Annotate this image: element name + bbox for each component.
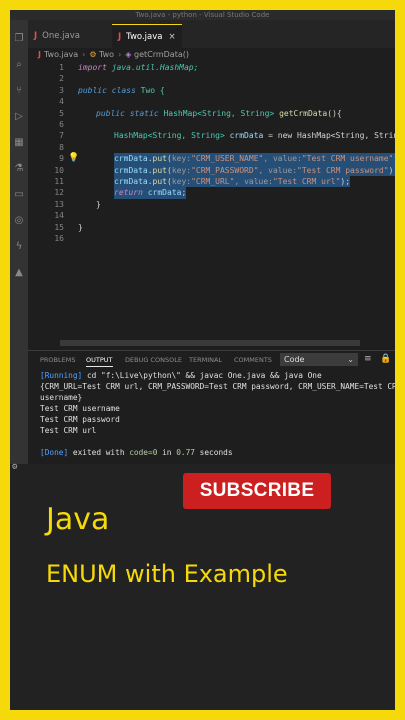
tab-output[interactable]: OUTPUT <box>86 356 113 367</box>
line-number: 5 <box>59 108 64 118</box>
window-title: Two.java - python - Visual Studio Code <box>10 10 395 20</box>
video-content: Two.java - python - Visual Studio Code ❐… <box>10 10 395 710</box>
tab-label: Two.java <box>126 32 163 42</box>
code-line: return crmData; <box>114 187 187 199</box>
code-line: import java.util.HashMap; <box>78 63 199 72</box>
line-number: 12 <box>54 188 64 198</box>
line-number: 2 <box>59 74 64 84</box>
line-number: 6 <box>59 120 64 129</box>
list-filter-icon[interactable]: ≡ <box>364 354 372 364</box>
line-number: 8 <box>59 142 64 152</box>
output-line: Test CRM url <box>40 426 97 435</box>
output-channel-select[interactable]: Code ⌄ <box>280 353 358 366</box>
code-line: crmData.put(key:"CRM_URL", value:"Test C… <box>114 176 351 188</box>
java-file-icon: J <box>38 50 41 59</box>
run-debug-icon[interactable]: ▷ <box>14 112 24 122</box>
docker-icon[interactable]: ◎ <box>14 216 24 226</box>
breadcrumb-class[interactable]: Two <box>99 50 114 59</box>
tab-terminal[interactable]: TERMINAL <box>189 356 222 364</box>
output-line: Test CRM password <box>40 415 120 424</box>
tab-comments[interactable]: COMMENTS <box>234 356 272 364</box>
video-title: Java <box>46 502 110 537</box>
breadcrumb-method[interactable]: getCrmData() <box>134 50 189 59</box>
line-number: 9 <box>59 154 64 164</box>
line-number: 13 <box>54 199 64 209</box>
extensions-icon[interactable]: ▦ <box>14 138 24 148</box>
chevron-down-icon: ⌄ <box>347 355 354 364</box>
java-file-icon: J <box>34 31 38 41</box>
output-line: [Done] exited with code=0 in 0.77 second… <box>40 448 233 457</box>
code-line: public class Two { <box>78 85 165 95</box>
line-number: 15 <box>54 222 64 232</box>
testing-icon[interactable]: ⚗ <box>14 164 24 174</box>
chevron-right-icon: › <box>118 50 122 59</box>
line-number: 11 <box>54 177 64 186</box>
tab-two-java[interactable]: J Two.java × <box>112 24 182 49</box>
java-file-icon: J <box>118 32 122 42</box>
code-line: } <box>96 199 101 209</box>
line-number: 10 <box>54 165 64 175</box>
tab-debug-console[interactable]: DEBUG CONSOLE <box>125 356 182 364</box>
activity-bar: ❐ ⌕ ⑂ ▷ ▦ ⚗ ▭ ◎ ϟ ▲ <box>10 20 28 470</box>
code-editor[interactable]: 1 import java.util.HashMap; 2 3 public cla… <box>28 62 395 350</box>
line-number: 1 <box>59 63 64 72</box>
azure-icon[interactable]: ▲ <box>14 268 24 278</box>
breadcrumb: J Two.java › ⚙ Two › ◈ getCrmData() <box>38 50 189 62</box>
search-icon[interactable]: ⌕ <box>14 60 24 70</box>
lightbulb-icon[interactable]: 💡 <box>68 153 79 164</box>
line-number: 7 <box>59 131 64 141</box>
output-line: {CRM_URL=Test CRM url, CRM_PASSWORD=Test… <box>40 382 395 391</box>
line-number: 14 <box>54 211 64 221</box>
line-number: 3 <box>59 85 64 95</box>
tab-label: One.java <box>42 31 80 41</box>
code-line: crmData.put(key:"CRM_USER_NAME", value:"… <box>114 153 395 165</box>
video-subtitle: ENUM with Example <box>46 560 288 588</box>
horizontal-scrollbar[interactable] <box>60 340 360 346</box>
output-channel-value: Code <box>284 355 305 364</box>
line-number: 4 <box>59 97 64 107</box>
close-icon[interactable]: × <box>168 32 175 42</box>
output-line: [Running] cd "f:\Live\python\" && javac … <box>40 371 322 380</box>
tab-one-java[interactable]: J One.java <box>28 24 86 48</box>
lock-icon[interactable]: 🔒 <box>380 354 391 364</box>
output-panel: PROBLEMS OUTPUT DEBUG CONSOLE TERMINAL C… <box>28 350 395 471</box>
code-line: HashMap<String, String> crmData = new Ha… <box>114 131 395 141</box>
remote-icon[interactable]: ▭ <box>14 190 24 200</box>
subscribe-button[interactable]: SUBSCRIBE <box>183 473 331 509</box>
output-line: username} <box>40 393 83 402</box>
line-number: 16 <box>54 234 64 243</box>
lightning-icon[interactable]: ϟ <box>14 242 24 252</box>
code-line: } <box>78 222 83 232</box>
breadcrumb-file[interactable]: Two.java <box>44 50 78 59</box>
settings-gear-icon[interactable]: ⚙ <box>12 462 17 472</box>
editor-tabs: J One.java J Two.java × <box>28 20 395 49</box>
code-line: crmData.put(key:"CRM_PASSWORD", value:"T… <box>114 164 395 176</box>
output-line: Test CRM username <box>40 404 120 413</box>
yellow-frame: Two.java - python - Visual Studio Code ❐… <box>0 0 405 720</box>
chevron-right-icon: › <box>82 50 86 59</box>
tab-problems[interactable]: PROBLEMS <box>40 356 75 364</box>
source-control-icon[interactable]: ⑂ <box>14 86 24 96</box>
class-icon: ⚙ <box>89 50 97 59</box>
code-line: public static HashMap<String, String> ge… <box>96 108 342 118</box>
explorer-icon[interactable]: ❐ <box>14 34 24 44</box>
method-icon: ◈ <box>125 50 132 59</box>
